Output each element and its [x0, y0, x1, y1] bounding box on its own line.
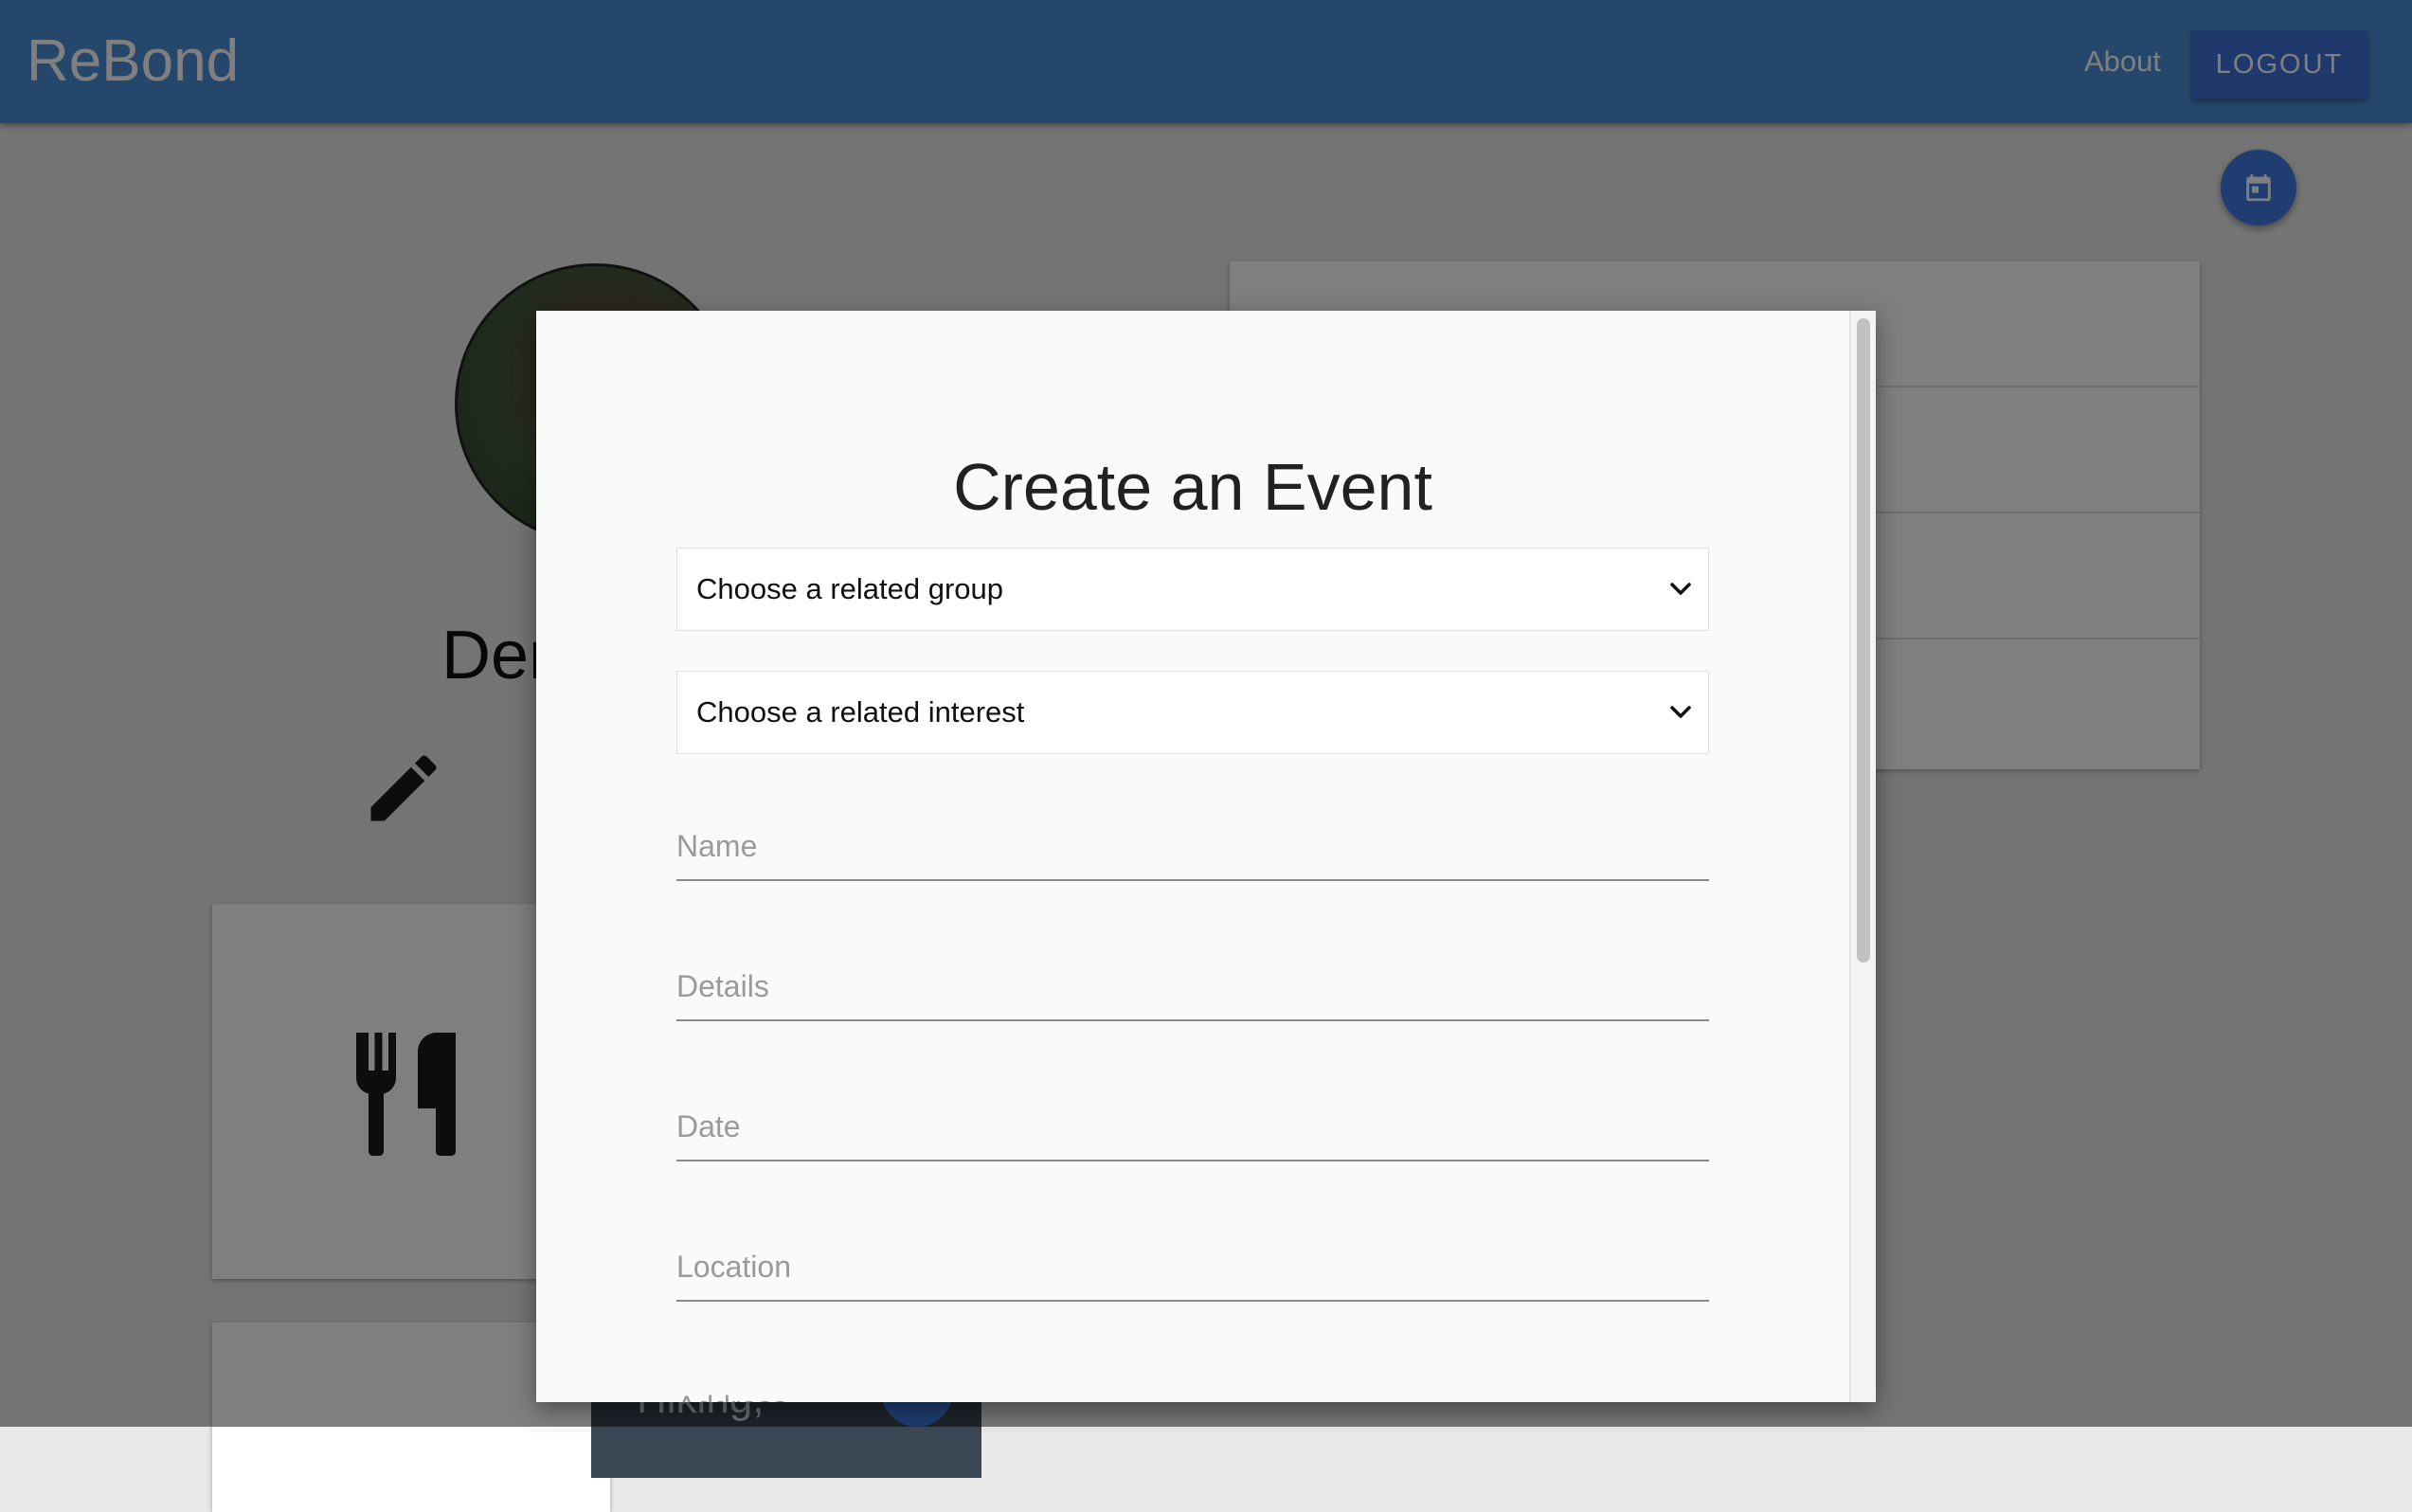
location-input[interactable] — [676, 1235, 1709, 1298]
date-field — [676, 1095, 1709, 1161]
details-input[interactable] — [676, 955, 1709, 1017]
date-input[interactable] — [676, 1095, 1709, 1158]
name-input[interactable] — [676, 815, 1709, 877]
create-event-modal: Create an Event Choose a related group C… — [536, 311, 1876, 1402]
scrollbar-thumb[interactable] — [1857, 318, 1870, 963]
location-field — [676, 1235, 1709, 1302]
modal-title: Create an Event — [953, 450, 1432, 524]
chevron-down-icon — [1670, 706, 1691, 718]
group-select[interactable]: Choose a related group — [676, 548, 1709, 631]
interest-select[interactable]: Choose a related interest — [676, 671, 1709, 754]
name-field — [676, 815, 1709, 881]
address-input[interactable] — [676, 1376, 1709, 1402]
address-field — [676, 1376, 1709, 1402]
chevron-down-icon — [1670, 583, 1691, 595]
group-select-value: Choose a related group — [696, 572, 1004, 605]
modal-scrollbar[interactable] — [1849, 311, 1876, 1402]
interest-select-value: Choose a related interest — [696, 695, 1025, 729]
details-field — [676, 955, 1709, 1021]
